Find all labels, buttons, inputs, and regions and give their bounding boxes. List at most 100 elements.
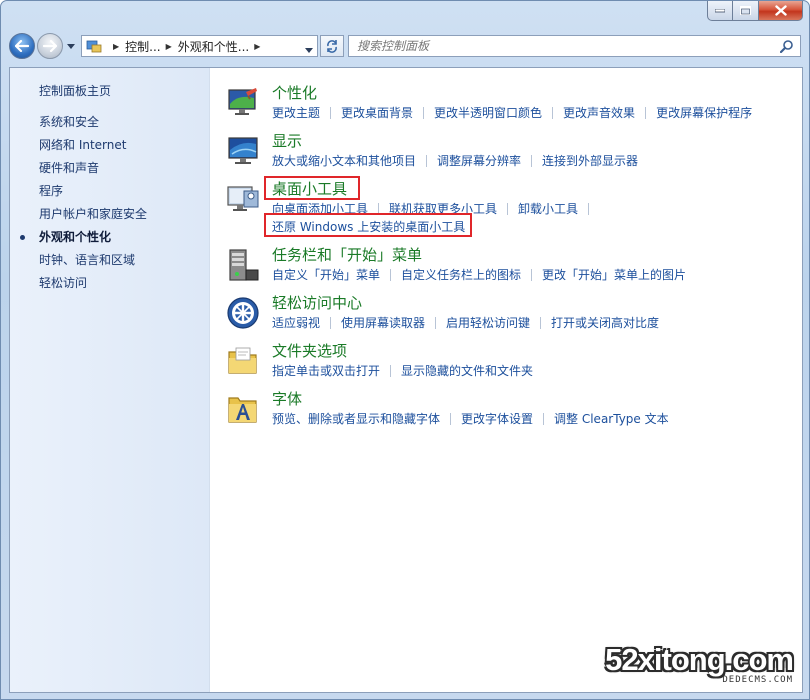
taskbar-icon [229,249,259,281]
link-change-start-picture[interactable]: 更改「开始」菜单上的图片 [542,266,686,284]
category-fonts: 字体 预览、删除或者显示和隐藏字体 更改字体设置 调整 ClearType 文本 [226,388,802,436]
link-change-background[interactable]: 更改桌面背景 [341,104,413,122]
category-title[interactable]: 字体 [272,388,302,410]
link-change-theme[interactable]: 更改主题 [272,104,320,122]
link-divider [330,317,332,329]
link-cleartype[interactable]: 调整 ClearType 文本 [554,410,669,428]
caption-buttons [707,1,803,21]
back-arrow-icon [15,40,29,52]
link-change-sounds[interactable]: 更改声音效果 [563,104,635,122]
close-icon [774,5,787,16]
category-body: 任务栏和「开始」菜单 自定义「开始」菜单 自定义任务栏上的图标 更改「开始」菜单… [272,244,802,292]
sidebar-item-clock-language[interactable]: 时钟、语言和区域 [10,249,209,272]
category-links: 放大或缩小文本和其他项目 调整屏幕分辨率 连接到外部显示器 [272,152,802,170]
sidebar-item-programs[interactable]: 程序 [10,180,209,203]
link-change-screensaver[interactable]: 更改屏幕保护程序 [656,104,752,122]
category-body: 文件夹选项 指定单击或双击打开 显示隐藏的文件和文件夹 [272,340,802,388]
category-links: 更改主题 更改桌面背景 更改半透明窗口颜色 更改声音效果 更改屏幕保护程序 [272,104,802,122]
link-customize-start-menu[interactable]: 自定义「开始」菜单 [272,266,380,284]
link-divider [540,317,542,329]
search-input[interactable] [357,39,712,53]
search-icon[interactable] [779,39,794,56]
link-click-open[interactable]: 指定单击或双击打开 [272,362,380,380]
sidebar-item-system-security[interactable]: 系统和安全 [10,111,209,134]
link-screen-resolution[interactable]: 调整屏幕分辨率 [437,152,521,170]
category-title[interactable]: 任务栏和「开始」菜单 [272,244,422,266]
link-divider [507,203,509,215]
minimize-icon [715,8,725,12]
refresh-button[interactable] [320,35,344,57]
active-bullet-icon [20,235,25,240]
breadcrumb-separator-icon[interactable]: ▶ [254,42,260,51]
highlight-box-restore [264,213,472,237]
content-area: 控制面板主页 系统和安全 网络和 Internet 硬件和声音 程序 用户帐户和… [9,67,803,693]
link-customize-taskbar-icons[interactable]: 自定义任务栏上的图标 [401,266,521,284]
link-divider [543,413,545,425]
sidebar-item-user-accounts[interactable]: 用户帐户和家庭安全 [10,203,209,226]
address-dropdown[interactable] [305,42,313,56]
category-title[interactable]: 轻松访问中心 [272,292,362,314]
main-panel: 个性化 更改主题 更改桌面背景 更改半透明窗口颜色 更改声音效果 更改屏幕保护程… [210,68,802,692]
display-icon [228,137,258,164]
search-box[interactable] [348,35,801,57]
gadgets-icon [227,186,259,211]
sidebar: 控制面板主页 系统和安全 网络和 Internet 硬件和声音 程序 用户帐户和… [10,68,210,692]
link-divider [435,317,437,329]
watermark: 52xitong.com DEDECMS.COM [605,642,794,685]
category-body: 轻松访问中心 适应弱视 使用屏幕读取器 启用轻松访问键 打开或关闭高对比度 [272,292,802,340]
category-title[interactable]: 个性化 [272,82,317,104]
address-bar[interactable]: ▶ 控制... ▶ 外观和个性... ▶ [81,35,318,57]
link-divider [531,269,533,281]
link-divider [450,413,452,425]
control-panel-icon [86,40,102,53]
link-text-size[interactable]: 放大或缩小文本和其他项目 [272,152,416,170]
sidebar-item-label: 外观和个性化 [39,230,112,244]
link-change-window-color[interactable]: 更改半透明窗口颜色 [434,104,542,122]
sidebar-item-appearance[interactable]: 外观和个性化 [10,226,209,249]
maximize-icon [740,6,751,15]
link-uninstall-gadget[interactable]: 卸载小工具 [518,200,578,218]
link-external-display[interactable]: 连接到外部显示器 [542,152,638,170]
breadcrumb-separator-icon[interactable]: ▶ [166,42,172,51]
sidebar-item-ease-of-access[interactable]: 轻松访问 [10,272,209,295]
link-show-hidden-files[interactable]: 显示隐藏的文件和文件夹 [401,362,533,380]
category-body: 个性化 更改主题 更改桌面背景 更改半透明窗口颜色 更改声音效果 更改屏幕保护程… [272,82,802,130]
link-preview-fonts[interactable]: 预览、删除或者显示和隐藏字体 [272,410,440,428]
link-high-contrast[interactable]: 打开或关闭高对比度 [551,314,659,332]
category-ease-of-access: 轻松访问中心 适应弱视 使用屏幕读取器 启用轻松访问键 打开或关闭高对比度 [226,292,802,340]
close-button[interactable] [759,1,803,21]
chevron-down-icon [305,48,313,53]
category-body: 显示 放大或缩小文本和其他项目 调整屏幕分辨率 连接到外部显示器 [272,130,802,178]
breadcrumb-control-panel[interactable]: 控制... [125,38,160,55]
refresh-icon [327,40,337,53]
link-low-vision[interactable]: 适应弱视 [272,314,320,332]
sidebar-item-network[interactable]: 网络和 Internet [10,134,209,157]
ease-of-access-icon [227,297,259,329]
category-taskbar: 任务栏和「开始」菜单 自定义「开始」菜单 自定义任务栏上的图标 更改「开始」菜单… [226,244,802,292]
window-frame: ▶ 控制... ▶ 外观和个性... ▶ 控制面板 [0,0,810,700]
link-divider [426,155,428,167]
forward-button[interactable] [37,33,63,59]
link-font-settings[interactable]: 更改字体设置 [461,410,533,428]
recent-pages-dropdown[interactable] [65,43,77,49]
link-screen-reader[interactable]: 使用屏幕读取器 [341,314,425,332]
sidebar-item-home[interactable]: 控制面板主页 [10,80,209,103]
link-divider [645,107,647,119]
chevron-down-icon [67,43,75,49]
category-display: 显示 放大或缩小文本和其他项目 调整屏幕分辨率 连接到外部显示器 [226,130,802,178]
link-divider [588,203,590,215]
maximize-button[interactable] [733,1,759,21]
category-title[interactable]: 显示 [272,130,302,152]
fonts-icon [228,397,257,423]
sidebar-item-hardware-sound[interactable]: 硬件和声音 [10,157,209,180]
link-access-keys[interactable]: 启用轻松访问键 [446,314,530,332]
personalization-icon [228,88,257,115]
breadcrumb-separator-icon: ▶ [113,41,120,51]
breadcrumb-appearance[interactable]: 外观和个性... [178,38,249,55]
minimize-button[interactable] [707,1,733,21]
back-button[interactable] [9,33,35,59]
category-folder-options: 文件夹选项 指定单击或双击打开 显示隐藏的文件和文件夹 [226,340,802,388]
link-divider [423,107,425,119]
category-body: 字体 预览、删除或者显示和隐藏字体 更改字体设置 调整 ClearType 文本 [272,388,802,436]
category-title[interactable]: 文件夹选项 [272,340,347,362]
